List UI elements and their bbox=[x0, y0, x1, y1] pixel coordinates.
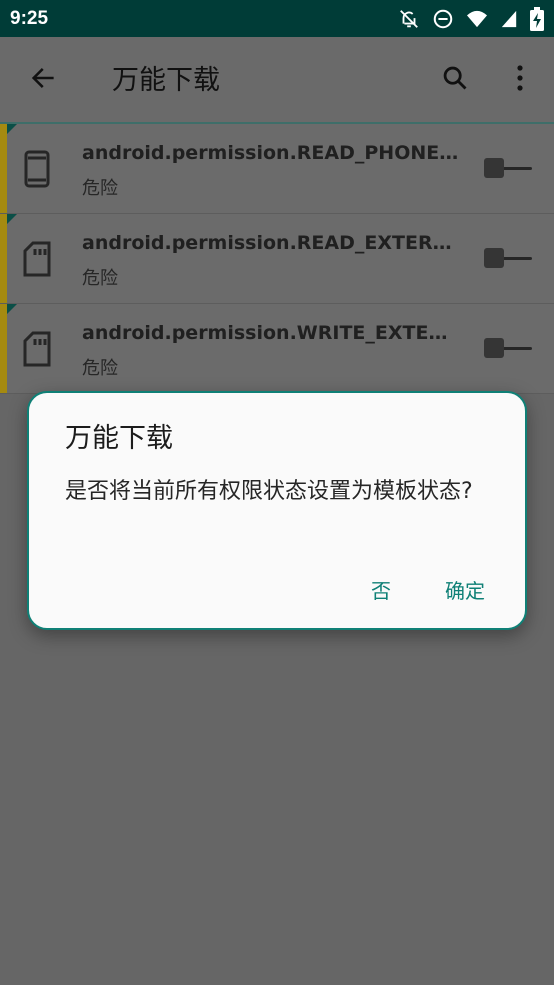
permission-switch[interactable] bbox=[484, 248, 532, 270]
permission-name: android.permission.READ_PHONE_… bbox=[82, 142, 462, 164]
danger-marker bbox=[0, 304, 7, 393]
permission-row[interactable]: android.permission.READ_EXTERN… 危险 bbox=[0, 214, 554, 304]
dialog-message: 是否将当前所有权限状态设置为模板状态? bbox=[65, 479, 473, 504]
more-options-button[interactable] bbox=[502, 61, 538, 99]
do-not-disturb-icon bbox=[432, 8, 454, 30]
danger-marker bbox=[0, 124, 7, 213]
dialog-title: 万能下载 bbox=[65, 423, 173, 454]
back-arrow-icon bbox=[29, 64, 57, 96]
status-bar: 9:25 bbox=[0, 0, 554, 37]
no-button[interactable]: 否 bbox=[357, 569, 405, 610]
permission-switch[interactable] bbox=[484, 158, 532, 180]
sd-card-icon bbox=[20, 328, 54, 370]
permission-level: 危险 bbox=[82, 178, 118, 199]
phone-icon bbox=[20, 148, 54, 190]
more-vertical-icon bbox=[515, 64, 525, 96]
back-button[interactable] bbox=[24, 61, 62, 99]
notifications-off-icon bbox=[398, 8, 420, 30]
dialog-actions: 否 确定 bbox=[357, 569, 499, 609]
switch-thumb bbox=[484, 248, 504, 268]
cellular-signal-icon bbox=[500, 9, 518, 29]
search-button[interactable] bbox=[436, 61, 474, 99]
search-icon bbox=[441, 64, 469, 96]
permission-list: android.permission.READ_PHONE_… 危险 andro… bbox=[0, 124, 554, 394]
permission-level: 危险 bbox=[82, 268, 118, 289]
confirm-dialog: 万能下载 是否将当前所有权限状态设置为模板状态? 否 确定 bbox=[27, 391, 527, 630]
corner-marker bbox=[7, 304, 17, 314]
permission-row[interactable]: android.permission.WRITE_EXTERN… 危险 bbox=[0, 304, 554, 394]
status-time: 9:25 bbox=[10, 8, 49, 29]
switch-thumb bbox=[484, 338, 504, 358]
app-title: 万能下载 bbox=[112, 65, 220, 96]
battery-charging-icon bbox=[530, 7, 544, 31]
danger-marker bbox=[0, 214, 7, 303]
permission-name: android.permission.WRITE_EXTERN… bbox=[82, 322, 462, 344]
permission-level: 危险 bbox=[82, 358, 118, 379]
status-icons bbox=[398, 6, 544, 32]
corner-marker bbox=[7, 124, 17, 134]
app-bar: 万能下载 bbox=[0, 37, 554, 124]
permission-switch[interactable] bbox=[484, 338, 532, 360]
wifi-icon bbox=[466, 9, 488, 29]
confirm-button[interactable]: 确定 bbox=[431, 569, 499, 610]
sd-card-icon bbox=[20, 238, 54, 280]
permission-row[interactable]: android.permission.READ_PHONE_… 危险 bbox=[0, 124, 554, 214]
switch-thumb bbox=[484, 158, 504, 178]
corner-marker bbox=[7, 214, 17, 224]
permission-name: android.permission.READ_EXTERN… bbox=[82, 232, 462, 254]
